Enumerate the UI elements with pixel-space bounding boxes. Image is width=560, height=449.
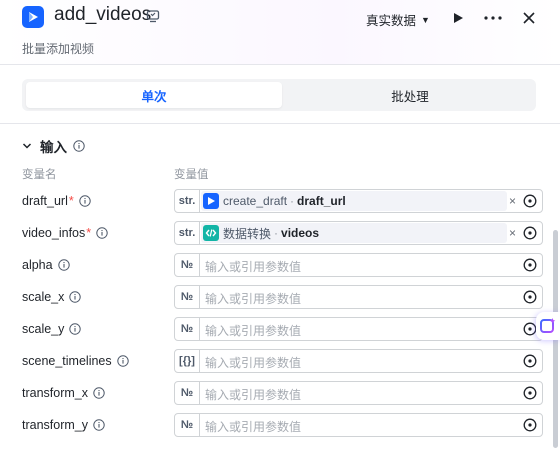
type-badge[interactable]: № — [175, 382, 200, 404]
close-icon[interactable] — [519, 8, 539, 28]
data-mode-dropdown[interactable]: 真实数据 ▼ — [366, 10, 430, 29]
reference-target-icon[interactable] — [523, 194, 537, 208]
node-settings-icon[interactable] — [146, 9, 160, 23]
param-name: draft_url * — [22, 194, 91, 208]
value-placeholder: 输入或引用参数值 — [205, 260, 302, 274]
more-options-icon[interactable] — [483, 8, 503, 28]
param-name-label: transform_x — [22, 386, 88, 400]
param-name-label: alpha — [22, 258, 53, 272]
param-name: scale_x — [22, 290, 82, 304]
value-placeholder: 输入或引用参数值 — [205, 356, 302, 370]
ai-assistant-button[interactable] — [536, 312, 560, 340]
reference-target-icon[interactable] — [523, 418, 537, 432]
reference-target-icon[interactable] — [523, 226, 537, 240]
required-marker: * — [68, 194, 74, 208]
clear-reference-icon[interactable]: × — [509, 226, 516, 240]
video-node-icon — [203, 193, 219, 209]
clear-reference-icon[interactable]: × — [509, 194, 516, 208]
param-name-label: draft_url — [22, 194, 68, 208]
reference-chip[interactable]: create_draft · draft_url — [201, 191, 507, 211]
param-row-draft-url: draft_url * str. create_draft · draft_url × — [0, 188, 560, 216]
section-title: 输入 — [40, 140, 67, 155]
param-name-label: scale_y — [22, 322, 65, 336]
param-value-field[interactable]: № 输入或引用参数值 — [174, 253, 543, 277]
reference-target-icon[interactable] — [523, 258, 537, 272]
node-description: 批量添加视频 — [22, 42, 95, 56]
ref-variable: videos — [281, 226, 320, 240]
run-play-icon[interactable] — [448, 8, 468, 28]
param-name-label: scale_x — [22, 290, 65, 304]
type-badge[interactable]: № — [175, 254, 200, 276]
column-header-value: 变量值 — [174, 169, 209, 181]
param-value-field[interactable]: str. create_draft · draft_url × — [174, 189, 543, 213]
reference-target-icon[interactable] — [523, 354, 537, 368]
param-row-scale-x: scale_x № 输入或引用参数值 — [0, 284, 560, 312]
section-divider — [0, 123, 560, 124]
param-row-transform-x: transform_x № 输入或引用参数值 — [0, 380, 560, 408]
input-section-header[interactable]: 输入 — [22, 137, 85, 155]
node-title: add_videos — [54, 4, 152, 25]
ref-separator: · — [290, 194, 295, 208]
type-badge[interactable]: № — [175, 286, 200, 308]
value-placeholder: 输入或引用参数值 — [205, 388, 302, 402]
type-badge[interactable]: № — [175, 318, 200, 340]
column-header-name: 变量名 — [22, 169, 57, 181]
info-icon[interactable] — [57, 259, 70, 271]
type-badge[interactable]: str. — [175, 190, 200, 212]
param-row-alpha: alpha № 输入或引用参数值 — [0, 252, 560, 280]
ai-assistant-icon — [540, 318, 556, 333]
param-name: scene_timelines — [22, 354, 129, 368]
info-icon[interactable] — [73, 140, 85, 152]
param-name: transform_y — [22, 418, 105, 432]
param-row-video-infos: video_infos * str. 数据转换 · videos × — [0, 220, 560, 248]
value-placeholder: 输入或引用参数值 — [205, 324, 302, 338]
info-icon[interactable] — [93, 419, 105, 431]
param-value-field[interactable]: № 输入或引用参数值 — [174, 413, 543, 437]
info-icon[interactable] — [96, 227, 108, 239]
ref-variable: draft_url — [297, 194, 346, 208]
reference-target-icon[interactable] — [523, 322, 537, 336]
value-placeholder: 输入或引用参数值 — [205, 292, 302, 306]
param-row-scale-y: scale_y № 输入或引用参数值 — [0, 316, 560, 344]
param-value-field[interactable]: № 输入或引用参数值 — [174, 317, 543, 341]
ref-source-node: 数据转换 — [223, 226, 272, 241]
ref-separator: · — [274, 226, 279, 240]
info-icon[interactable] — [79, 195, 91, 207]
reference-chip[interactable]: 数据转换 · videos — [201, 223, 507, 243]
required-marker: * — [86, 226, 92, 240]
reference-target-icon[interactable] — [523, 290, 537, 304]
type-badge[interactable]: str. — [175, 222, 200, 244]
code-convert-icon — [203, 225, 219, 241]
info-icon[interactable] — [69, 323, 82, 335]
data-mode-label: 真实数据 — [366, 14, 417, 28]
type-badge[interactable]: № — [175, 414, 200, 436]
param-name: alpha — [22, 258, 70, 272]
info-icon[interactable] — [116, 355, 129, 367]
param-value-field[interactable]: [{}] 输入或引用参数值 — [174, 349, 543, 373]
caret-down-icon: ▼ — [421, 14, 430, 25]
tab-batch[interactable]: 批处理 — [282, 82, 538, 108]
param-value-field[interactable]: № 输入或引用参数值 — [174, 381, 543, 405]
chevron-down-icon[interactable] — [22, 139, 32, 154]
mode-tabs: 单次 批处理 — [22, 79, 536, 111]
param-name: video_infos * — [22, 226, 108, 240]
ref-source-node: create_draft — [223, 194, 288, 208]
param-name-label: video_infos — [22, 226, 86, 240]
video-app-icon — [22, 6, 44, 28]
param-name: transform_x — [22, 386, 105, 400]
param-name-label: transform_y — [22, 418, 88, 432]
param-row-scene-timelines: scene_timelines [{}] 输入或引用参数值 — [0, 348, 560, 376]
node-header: add_videos 批量添加视频 真实数据 ▼ — [0, 0, 560, 65]
param-value-field[interactable]: str. 数据转换 · videos × — [174, 221, 543, 245]
param-name-label: scene_timelines — [22, 354, 112, 368]
param-row-transform-y: transform_y № 输入或引用参数值 — [0, 412, 560, 440]
param-value-field[interactable]: № 输入或引用参数值 — [174, 285, 543, 309]
value-placeholder: 输入或引用参数值 — [205, 420, 302, 434]
tab-single[interactable]: 单次 — [26, 82, 282, 108]
info-icon[interactable] — [93, 387, 105, 399]
reference-target-icon[interactable] — [523, 386, 537, 400]
param-name: scale_y — [22, 322, 82, 336]
type-badge[interactable]: [{}] — [175, 350, 200, 372]
info-icon[interactable] — [69, 291, 82, 303]
